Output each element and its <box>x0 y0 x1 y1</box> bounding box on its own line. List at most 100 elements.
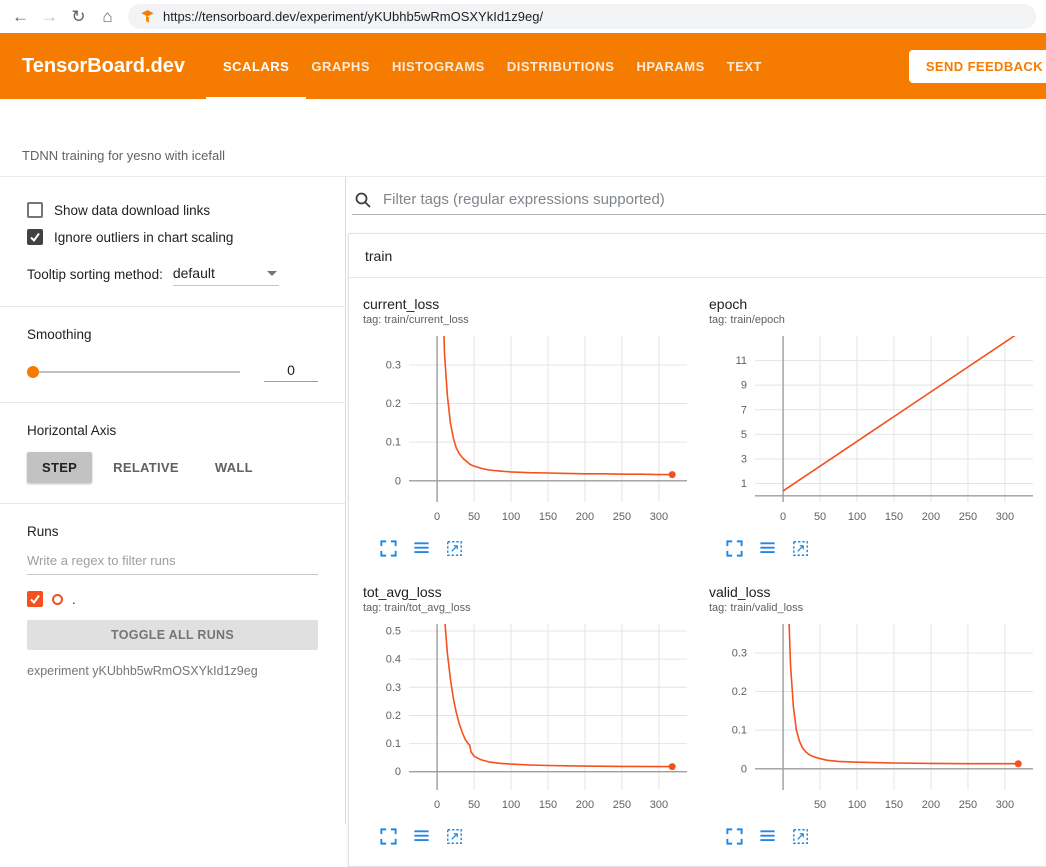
chevron-down-icon <box>267 271 277 276</box>
svg-text:250: 250 <box>959 799 977 811</box>
svg-text:5: 5 <box>741 429 747 441</box>
axis-relative-button[interactable]: RELATIVE <box>98 452 194 483</box>
tab-distributions[interactable]: DISTRIBUTIONS <box>507 33 615 99</box>
svg-text:11: 11 <box>736 355 747 367</box>
settings-sidebar: Show data download links Ignore outliers… <box>0 177 346 824</box>
svg-text:50: 50 <box>814 511 826 523</box>
train-section-header[interactable]: train <box>349 234 1046 278</box>
main-panel: train current_losstag: train/current_los… <box>346 177 1046 824</box>
home-icon[interactable]: ⌂ <box>93 0 122 33</box>
smoothing-label: Smoothing <box>27 327 318 342</box>
back-icon[interactable]: ← <box>6 0 35 33</box>
svg-text:250: 250 <box>613 799 631 811</box>
horizontal-axis-buttons: STEP RELATIVE WALL <box>27 452 318 483</box>
line-chart-epoch[interactable]: 0501001502002503001357911 <box>709 332 1041 528</box>
svg-text:1: 1 <box>741 478 747 490</box>
expand-chart-icon[interactable] <box>379 539 398 558</box>
chart-title: tot_avg_loss <box>363 584 695 600</box>
train-section-card: train current_losstag: train/current_los… <box>348 233 1046 867</box>
fit-domain-icon[interactable] <box>445 539 464 558</box>
svg-text:200: 200 <box>576 511 594 523</box>
axis-wall-button[interactable]: WALL <box>200 452 268 483</box>
expand-chart-icon[interactable] <box>379 827 398 846</box>
smoothing-slider[interactable] <box>27 371 240 373</box>
fit-domain-icon[interactable] <box>445 827 464 846</box>
svg-text:0.2: 0.2 <box>386 398 401 410</box>
svg-text:300: 300 <box>996 511 1014 523</box>
view-data-icon[interactable] <box>412 827 431 846</box>
line-chart-valid_loss[interactable]: 5010015020025030000.10.20.3 <box>709 620 1041 816</box>
fit-domain-icon[interactable] <box>791 539 810 558</box>
svg-text:0.5: 0.5 <box>386 626 401 638</box>
reload-icon[interactable]: ↻ <box>64 0 93 33</box>
checkbox-icon[interactable] <box>27 202 43 218</box>
expand-chart-icon[interactable] <box>725 827 744 846</box>
svg-text:150: 150 <box>885 799 903 811</box>
svg-text:0.3: 0.3 <box>386 359 401 371</box>
tab-text[interactable]: TEXT <box>727 33 762 99</box>
svg-text:0.4: 0.4 <box>386 654 401 666</box>
svg-text:100: 100 <box>848 799 866 811</box>
chart-toolbar <box>379 827 695 846</box>
tab-scalars[interactable]: SCALARS <box>223 33 289 99</box>
checkbox-icon[interactable] <box>27 229 43 245</box>
divider <box>0 306 345 307</box>
url-text: https://tensorboard.dev/experiment/yKUbh… <box>163 9 543 24</box>
line-chart-current_loss[interactable]: 05010015020025030000.10.20.3 <box>363 332 695 528</box>
line-chart-tot_avg_loss[interactable]: 05010015020025030000.10.20.30.40.5 <box>363 620 695 816</box>
slider-thumb[interactable] <box>27 366 39 378</box>
chart-card-current_loss: current_losstag: train/current_loss05010… <box>363 296 695 558</box>
show-download-links-checkbox-row[interactable]: Show data download links <box>27 202 318 218</box>
svg-text:0: 0 <box>395 475 401 487</box>
view-data-icon[interactable] <box>758 539 777 558</box>
chart-title: epoch <box>709 296 1041 312</box>
send-feedback-button[interactable]: SEND FEEDBACK <box>909 50 1046 83</box>
toggle-all-runs-button[interactable]: TOGGLE ALL RUNS <box>27 620 318 650</box>
svg-text:200: 200 <box>576 799 594 811</box>
ignore-outliers-checkbox-row[interactable]: Ignore outliers in chart scaling <box>27 229 318 245</box>
svg-text:0.3: 0.3 <box>386 682 401 694</box>
experiment-title: TDNN training for yesno with icefall <box>22 148 225 163</box>
svg-text:50: 50 <box>468 799 480 811</box>
chart-title: current_loss <box>363 296 695 312</box>
svg-text:300: 300 <box>996 799 1014 811</box>
tab-graphs[interactable]: GRAPHS <box>311 33 370 99</box>
run-name: . <box>72 592 76 607</box>
expand-chart-icon[interactable] <box>725 539 744 558</box>
tooltip-sorting-dropdown[interactable]: default <box>173 265 279 286</box>
address-bar[interactable]: https://tensorboard.dev/experiment/yKUbh… <box>128 4 1036 29</box>
svg-text:300: 300 <box>650 511 668 523</box>
tab-hparams[interactable]: HPARAMS <box>636 33 704 99</box>
svg-text:0: 0 <box>434 511 440 523</box>
svg-text:0: 0 <box>434 799 440 811</box>
divider <box>0 402 345 403</box>
runs-filter-input[interactable] <box>27 553 318 575</box>
tab-histograms[interactable]: HISTOGRAMS <box>392 33 485 99</box>
tooltip-sorting-row: Tooltip sorting method: default <box>27 265 318 286</box>
runs-label: Runs <box>27 524 318 539</box>
tag-filter-input[interactable] <box>381 190 1046 209</box>
axis-step-button[interactable]: STEP <box>27 452 92 483</box>
svg-text:250: 250 <box>959 511 977 523</box>
svg-text:0: 0 <box>741 763 747 775</box>
svg-text:0: 0 <box>395 766 401 778</box>
view-data-icon[interactable] <box>412 539 431 558</box>
svg-text:150: 150 <box>539 799 557 811</box>
run-list-item[interactable]: . <box>27 591 318 607</box>
smoothing-slider-row: 0 <box>27 362 318 382</box>
svg-text:7: 7 <box>741 404 747 416</box>
svg-text:100: 100 <box>848 511 866 523</box>
svg-text:0.1: 0.1 <box>386 738 401 750</box>
chart-tag: tag: train/valid_loss <box>709 602 1041 614</box>
svg-text:0.1: 0.1 <box>732 725 747 737</box>
view-data-icon[interactable] <box>758 827 777 846</box>
svg-text:50: 50 <box>814 799 826 811</box>
smoothing-value[interactable]: 0 <box>264 362 318 382</box>
fit-domain-icon[interactable] <box>791 827 810 846</box>
search-icon <box>354 191 372 209</box>
svg-text:200: 200 <box>922 799 940 811</box>
svg-text:0.3: 0.3 <box>732 647 747 659</box>
chart-toolbar <box>379 539 695 558</box>
run-checkbox-icon[interactable] <box>27 591 43 607</box>
forward-icon[interactable]: → <box>35 0 64 33</box>
